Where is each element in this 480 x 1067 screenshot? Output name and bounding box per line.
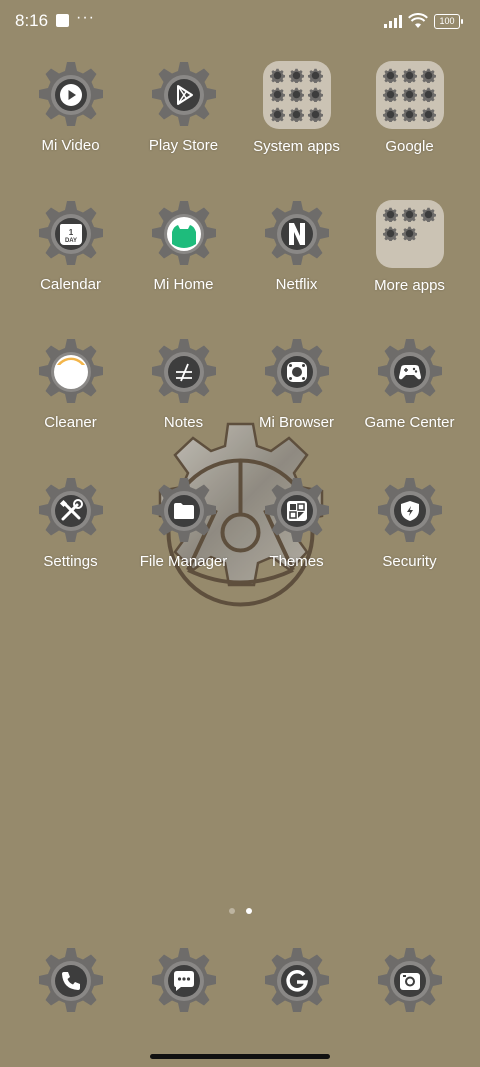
messages-icon	[171, 968, 197, 994]
app-settings[interactable]: Settings	[14, 476, 127, 570]
app-play-store[interactable]: Play Store	[127, 60, 240, 154]
folder-file-icon	[171, 498, 197, 524]
gamepad-icon	[397, 359, 423, 385]
app-label: File Manager	[139, 553, 228, 570]
folder-icon	[375, 200, 444, 268]
app-mi-browser[interactable]: Mi Browser	[240, 337, 353, 431]
camera-icon	[397, 968, 423, 994]
shield-icon	[397, 498, 423, 524]
app-label: Settings	[43, 553, 98, 570]
app-label: System apps	[253, 138, 340, 155]
dock-camera[interactable]	[353, 946, 466, 1016]
gesture-nav-handle[interactable]	[150, 1054, 330, 1059]
notes-icon	[171, 359, 197, 385]
page-dot-active[interactable]	[245, 908, 252, 914]
app-label: Play Store	[148, 137, 219, 154]
app-label: Google	[385, 138, 434, 155]
folder-more-apps[interactable]: More apps	[353, 199, 466, 294]
app-file-manager[interactable]: File Manager	[127, 476, 240, 570]
app-calendar[interactable]: 1 DAY Calendar	[14, 199, 127, 293]
notification-square-icon	[56, 14, 69, 27]
app-themes[interactable]: Themes	[240, 476, 353, 570]
dock-browser[interactable]	[240, 946, 353, 1016]
wifi-icon	[408, 13, 428, 28]
app-cleaner[interactable]: Cleaner	[14, 337, 127, 431]
app-label: Security	[382, 553, 437, 570]
app-label: Cleaner	[44, 414, 97, 431]
app-netflix[interactable]: Netflix	[240, 199, 353, 293]
phone-icon	[58, 968, 84, 994]
app-label: Mi Home	[153, 276, 214, 293]
play-icon	[58, 82, 84, 108]
folder-system-apps[interactable]: System apps	[240, 60, 353, 155]
app-label: More apps	[374, 277, 445, 294]
app-mi-home[interactable]: Mi Home	[127, 199, 240, 293]
browser-icon	[284, 359, 310, 385]
folder-icon	[262, 61, 331, 129]
cleaner-icon	[52, 353, 90, 391]
app-label: Mi Video	[41, 137, 100, 154]
themes-icon	[284, 498, 310, 524]
signal-icon	[384, 14, 402, 28]
app-notes[interactable]: Notes	[127, 337, 240, 431]
tools-icon	[58, 498, 84, 524]
svg-text:1: 1	[68, 228, 73, 237]
netflix-icon	[284, 221, 310, 247]
app-game-center[interactable]: Game Center	[353, 337, 466, 431]
calendar-icon: 1 DAY	[58, 221, 84, 247]
app-label: Calendar	[40, 276, 101, 293]
app-security[interactable]: Security	[353, 476, 466, 570]
play-store-icon	[171, 82, 197, 108]
app-mi-video[interactable]: Mi Video	[14, 60, 127, 154]
folder-google[interactable]: Google	[353, 60, 466, 155]
app-label: Netflix	[275, 276, 318, 293]
app-label: Game Center	[364, 414, 455, 431]
more-dots-icon: ···	[76, 9, 95, 26]
g-icon	[284, 968, 310, 994]
app-label: Themes	[269, 553, 324, 570]
folder-icon	[375, 61, 444, 129]
page-indicator	[0, 908, 480, 914]
battery-icon: 100	[434, 13, 463, 29]
status-bar: 8:16 ··· 100	[0, 0, 480, 44]
dock-phone[interactable]	[14, 946, 127, 1016]
mi-home-icon	[166, 216, 202, 252]
dock-messages[interactable]	[127, 946, 240, 1016]
svg-text:DAY: DAY	[64, 238, 76, 244]
status-time: 8:16	[15, 11, 49, 30]
page-dot[interactable]	[228, 908, 235, 914]
